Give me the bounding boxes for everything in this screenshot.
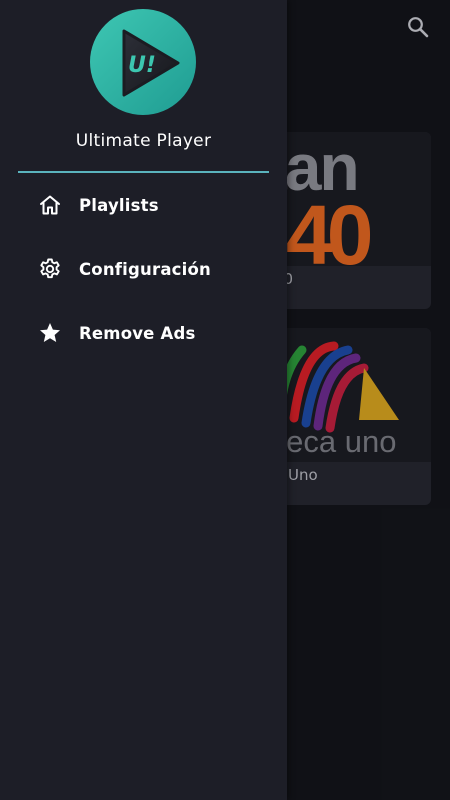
- menu-item-playlists[interactable]: Playlists: [0, 177, 287, 233]
- menu-item-label: Configuración: [79, 259, 211, 279]
- menu-item-remove-ads[interactable]: Remove Ads: [0, 305, 287, 361]
- app-title: Ultimate Player: [75, 131, 212, 151]
- svg-text:U!: U!: [128, 53, 156, 78]
- navigation-drawer: U! Ultimate Player Playlists Configuraci…: [0, 0, 287, 800]
- menu-item-label: Remove Ads: [79, 323, 196, 343]
- gear-icon: [37, 256, 63, 282]
- menu-item-label: Playlists: [79, 195, 159, 215]
- home-icon: [37, 192, 63, 218]
- star-icon: [37, 320, 63, 346]
- menu-item-settings[interactable]: Configuración: [0, 241, 287, 297]
- drawer-divider: [18, 171, 269, 173]
- app-logo: U!: [90, 9, 196, 115]
